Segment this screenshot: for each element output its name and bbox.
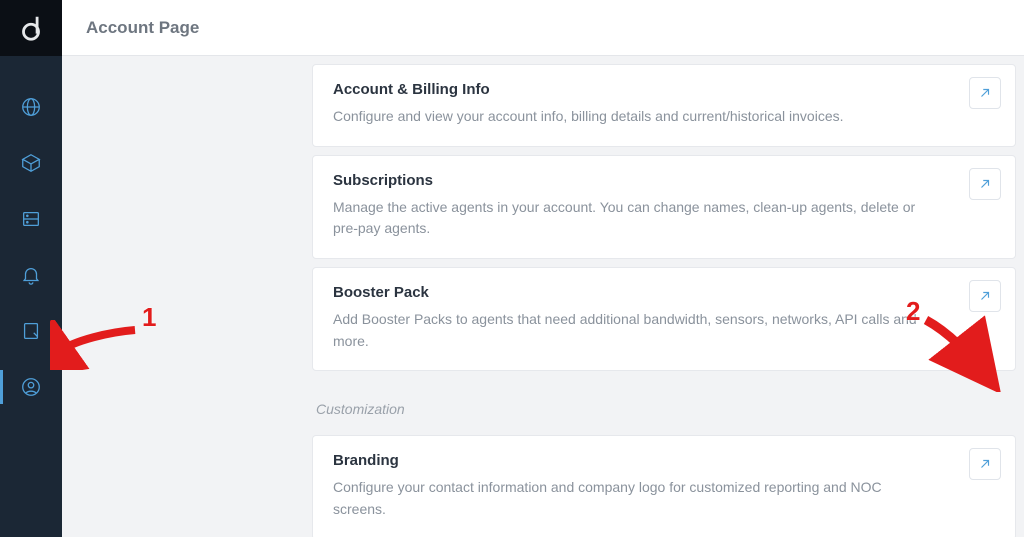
card-title: Booster Pack — [333, 284, 995, 301]
open-link-button[interactable] — [969, 77, 1001, 109]
arrow-up-right-icon — [978, 86, 992, 100]
account-icon[interactable] — [18, 374, 44, 400]
card-title: Account & Billing Info — [333, 81, 995, 98]
card-title: Branding — [333, 452, 995, 469]
arrow-up-right-icon — [978, 177, 992, 191]
open-link-button[interactable] — [969, 280, 1001, 312]
page-header: Account Page — [62, 0, 1024, 56]
content-area: Account & Billing Info Configure and vie… — [62, 56, 1024, 537]
open-link-button[interactable] — [969, 448, 1001, 480]
page-title: Account Page — [86, 18, 199, 38]
card-desc: Add Booster Packs to agents that need ad… — [333, 309, 923, 352]
cube-icon[interactable] — [18, 150, 44, 176]
card-title: Subscriptions — [333, 172, 995, 189]
page: Account Page Account & Billing Info Conf… — [62, 0, 1024, 537]
arrow-up-right-icon — [978, 457, 992, 471]
card-desc: Configure your contact information and c… — [333, 477, 923, 520]
note-icon[interactable] — [18, 318, 44, 344]
card-branding[interactable]: Branding Configure your contact informat… — [312, 435, 1016, 537]
card-desc: Configure and view your account info, bi… — [333, 106, 923, 128]
card-subscriptions[interactable]: Subscriptions Manage the active agents i… — [312, 155, 1016, 259]
arrow-up-right-icon — [978, 289, 992, 303]
globe-icon[interactable] — [18, 94, 44, 120]
card-account-billing[interactable]: Account & Billing Info Configure and vie… — [312, 64, 1016, 147]
section-label-customization: Customization — [312, 379, 1016, 427]
logo — [0, 0, 62, 56]
bell-icon[interactable] — [18, 262, 44, 288]
server-icon[interactable] — [18, 206, 44, 232]
card-desc: Manage the active agents in your account… — [333, 197, 923, 240]
card-booster-pack[interactable]: Booster Pack Add Booster Packs to agents… — [312, 267, 1016, 371]
open-link-button[interactable] — [969, 168, 1001, 200]
logo-icon — [16, 13, 46, 43]
sidebar — [0, 0, 62, 537]
